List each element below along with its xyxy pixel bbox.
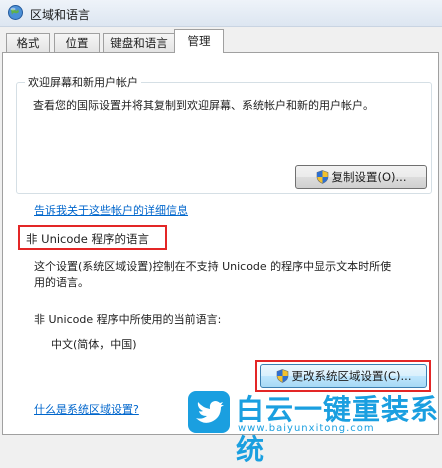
copy-settings-label: 复制设置(O)... (331, 170, 407, 184)
current-language-label: 非 Unicode 程序中所使用的当前语言: (34, 313, 222, 326)
window-titlebar[interactable]: 区域和语言 (0, 0, 442, 27)
window-title: 区域和语言 (30, 8, 91, 22)
tab-administrative[interactable]: 管理 (174, 29, 224, 53)
change-system-locale-label: 更改系统区域设置(C)... (291, 369, 412, 383)
non-unicode-description-line2: 用的语言。 (34, 276, 89, 289)
welcome-description: 查看您的国际设置并将其复制到欢迎屏幕、系统帐户和新的用户帐户。 (33, 99, 374, 112)
copy-settings-button[interactable]: 复制设置(O)... (295, 165, 427, 189)
system-locale-help-link[interactable]: 什么是系统区域设置? (34, 401, 139, 417)
bird-logo-icon (188, 391, 230, 433)
uac-shield-icon (316, 170, 328, 184)
tab-location[interactable]: 位置 (54, 33, 100, 52)
non-unicode-description-line1: 这个设置(系统区域设置)控制在不支持 Unicode 的程序中显示文本时所使 (34, 260, 392, 273)
tab-keyboards-languages[interactable]: 键盘和语言 (103, 33, 175, 52)
watermark-url: www.baiyunxitong.com (238, 423, 375, 434)
non-unicode-section-title: 非 Unicode 程序的语言 (26, 232, 149, 246)
watermark-overlay: 白云一键重装系统 www.baiyunxitong.com (186, 387, 442, 466)
tab-strip: 格式 位置 键盘和语言 管理 (0, 26, 442, 53)
current-language-value: 中文(简体，中国) (51, 338, 137, 351)
uac-shield-icon (276, 369, 288, 383)
welcome-accounts-info-link[interactable]: 告诉我关于这些帐户的详细信息 (34, 202, 188, 218)
change-system-locale-button[interactable]: 更改系统区域设置(C)... (260, 364, 427, 388)
tab-formats[interactable]: 格式 (6, 33, 50, 52)
globe-icon (8, 5, 23, 20)
welcome-group-title: 欢迎屏幕和新用户帐户 (25, 74, 141, 90)
